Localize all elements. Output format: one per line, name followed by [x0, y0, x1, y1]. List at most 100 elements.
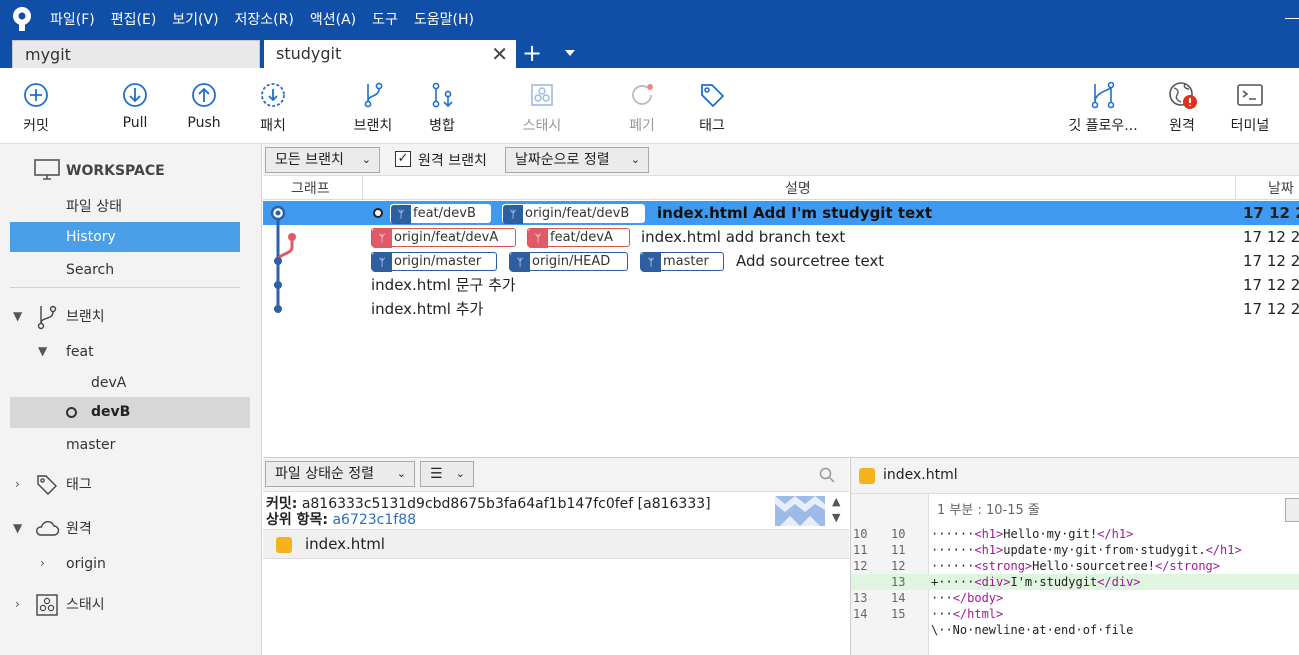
minimize-button[interactable]	[1285, 18, 1299, 19]
branch-icon: ᛘ	[372, 253, 392, 272]
add-tab-button[interactable]: +	[522, 41, 542, 65]
sidebar-item-devA[interactable]: devA	[91, 368, 126, 398]
merge-button[interactable]: 병합	[420, 68, 464, 144]
chevron-down-icon[interactable]: ▼	[38, 344, 47, 358]
search-icon[interactable]	[819, 467, 835, 483]
column-description[interactable]: 설명	[785, 178, 811, 198]
sort-order-dropdown[interactable]: 날짜순으로 정렬 ⌄	[505, 147, 649, 173]
diff-line: \··No·newline·at·end·of·file	[931, 623, 1134, 637]
branch-badge[interactable]: ᛘ master	[640, 252, 724, 272]
scroll-up-icon[interactable]: ▲	[832, 495, 840, 508]
patch-label: 패치	[260, 118, 286, 134]
sidebar-section-branches[interactable]: 브랜치	[66, 302, 105, 332]
commit-date: 17 12 2	[1243, 252, 1299, 270]
chevron-down-icon: ⌄	[361, 153, 371, 166]
workspace-header: WORKSPACE	[66, 163, 165, 179]
tab-menu-chevron-down-icon[interactable]	[565, 50, 575, 56]
sourcetree-logo-icon	[13, 7, 31, 31]
sidebar-section-stashes[interactable]: 스태시	[66, 590, 105, 620]
menu-view[interactable]: 보기(V)	[172, 9, 218, 29]
menu-edit[interactable]: 편집(E)	[111, 9, 157, 29]
sidebar-section-tags[interactable]: 태그	[66, 470, 92, 500]
column-graph[interactable]: 그래프	[291, 178, 330, 198]
branch-badge[interactable]: ᛘ origin/feat/devA	[371, 228, 516, 248]
patch-icon	[261, 83, 285, 107]
chevron-down-icon[interactable]: ▼	[13, 521, 22, 535]
tab-studygit[interactable]: studygit ✕	[264, 40, 516, 70]
sidebar: WORKSPACE 파일 상태 History Search ▼ 브랜치 ▼ f…	[0, 144, 262, 655]
file-sort-dropdown[interactable]: 파일 상태순 정렬 ⌄	[265, 461, 415, 487]
git-flow-icon	[1091, 81, 1115, 109]
commit-list-header: 그래프 설명 날짜	[263, 176, 1299, 200]
discard-button[interactable]: 폐기	[620, 68, 664, 144]
menu-tools[interactable]: 도구	[372, 9, 398, 29]
branch-icon: ᛘ	[510, 253, 530, 272]
chevron-right-icon[interactable]: ›	[15, 477, 20, 491]
chevron-right-icon[interactable]: ›	[40, 556, 45, 570]
scroll-down-icon[interactable]: ▼	[832, 511, 840, 524]
chevron-down-icon[interactable]: ▼	[13, 309, 22, 323]
branch-badge[interactable]: ᛘ feat/devB	[390, 204, 491, 224]
branch-icon: ᛘ	[641, 253, 661, 272]
parent-commit-link[interactable]: a6723c1f88	[332, 512, 416, 528]
tab-mygit[interactable]: mygit	[12, 40, 260, 70]
push-button[interactable]: Push	[182, 68, 226, 144]
stash-button[interactable]: 스태시	[516, 68, 568, 144]
column-date[interactable]: 날짜	[1268, 178, 1294, 198]
patch-button[interactable]: 패치	[251, 68, 295, 144]
branch-filter-dropdown[interactable]: 모든 브랜치 ⌄	[265, 147, 380, 173]
diff-line-added: 13 +·····<div>I'm·studygit</div>	[851, 574, 1299, 590]
monitor-icon	[34, 159, 60, 180]
branch-icon	[364, 82, 383, 108]
commit-date: 17 12 2	[1243, 228, 1299, 246]
tag-button[interactable]: 태그	[690, 68, 734, 144]
dropdown-label: 날짜순으로 정렬	[515, 152, 610, 168]
globe-icon	[1169, 82, 1197, 109]
diff-line: 13 14 ···</body>	[853, 591, 1004, 605]
column-divider[interactable]	[362, 176, 363, 200]
dropdown-label: 파일 상태순 정렬	[275, 466, 375, 482]
view-mode-dropdown[interactable]: ☰ ⌄	[420, 461, 474, 487]
git-flow-button[interactable]: 깃 플로우...	[1064, 68, 1142, 144]
changed-file-row[interactable]: index.html	[263, 529, 849, 559]
sidebar-item-history[interactable]: History	[10, 222, 240, 252]
diff-pane: index.html 1 부분 : 10-15 줄 10 10 ······<h1>…	[850, 457, 1299, 655]
sidebar-item-devB[interactable]: devB	[10, 397, 250, 428]
branch-badge[interactable]: ᛘ feat/devA	[527, 228, 630, 248]
commit-button[interactable]: 커밋	[14, 68, 58, 144]
commit-row[interactable]: index.html 추가 17 12 2	[263, 297, 1299, 321]
pull-button[interactable]: Pull	[113, 68, 157, 144]
menu-repository[interactable]: 저장소(R)	[235, 9, 294, 29]
branch-badge[interactable]: ᛘ origin/feat/devB	[502, 204, 645, 224]
menu-actions[interactable]: 액션(A)	[310, 9, 356, 29]
column-divider[interactable]	[1235, 176, 1236, 200]
commit-row[interactable]: index.html 문구 추가 17 12 2	[263, 273, 1299, 297]
toolbar: 커밋 Pull Push 패치 브랜치 병합 스태시 폐기 태그 깃 플로우..…	[0, 68, 1299, 144]
commit-row[interactable]: ᛘ origin/feat/devA ᛘ feat/devA index.html …	[263, 225, 1299, 249]
terminal-label: 터미널	[1230, 118, 1270, 134]
terminal-button[interactable]: 터미널	[1226, 68, 1274, 144]
remote-branches-checkbox[interactable]: ✓	[395, 151, 411, 167]
dropdown-label: 모든 브랜치	[275, 152, 344, 168]
branch-badge[interactable]: ᛘ origin/master	[371, 252, 497, 272]
commit-row[interactable]: ᛘ origin/master ᛘ origin/HEAD ᛘ master Add …	[263, 249, 1299, 273]
commit-row[interactable]: ᛘ feat/devB ᛘ origin/feat/devB index.html …	[263, 201, 1299, 225]
close-icon[interactable]: ✕	[491, 40, 508, 68]
sidebar-item-file-status[interactable]: 파일 상태	[66, 192, 122, 222]
sidebar-section-remotes[interactable]: 원격	[66, 514, 92, 544]
chevron-right-icon[interactable]: ›	[15, 597, 20, 611]
menu-file[interactable]: 파일(F)	[50, 9, 95, 29]
sidebar-item-master[interactable]: master	[66, 430, 115, 460]
branch-button[interactable]: 브랜치	[348, 68, 398, 144]
merge-label: 병합	[429, 118, 455, 134]
hunk-action-button[interactable]	[1285, 498, 1299, 522]
remote-button[interactable]: 원격	[1160, 68, 1204, 144]
branch-badge[interactable]: ᛘ origin/HEAD	[509, 252, 628, 272]
tag-label: 태그	[699, 118, 725, 134]
stash-icon	[36, 594, 58, 616]
sidebar-item-feat[interactable]: feat	[66, 337, 94, 367]
sidebar-item-search[interactable]: Search	[66, 255, 114, 285]
sidebar-item-origin[interactable]: origin	[66, 549, 106, 579]
commit-detail-pane: 파일 상태순 정렬 ⌄ ☰ ⌄ 커밋: a816333c5131d9cbd867…	[263, 457, 849, 655]
menu-help[interactable]: 도움말(H)	[414, 9, 474, 29]
